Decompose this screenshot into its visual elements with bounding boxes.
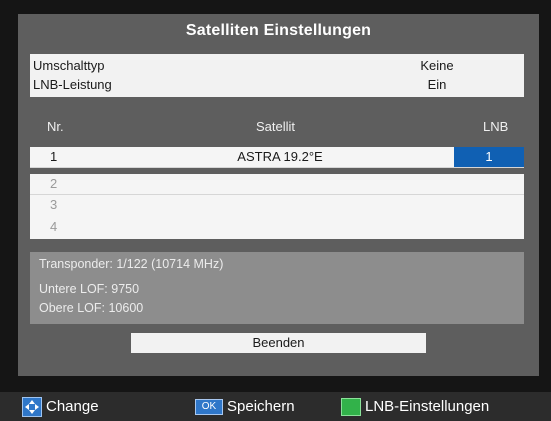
legend-label: LNB-Einstellungen — [365, 398, 490, 415]
satellite-settings-screen: Satelliten Einstellungen Umschalttyp Kei… — [0, 0, 551, 421]
nav-arrows-icon — [22, 397, 42, 418]
row-lnb[interactable] — [454, 174, 524, 194]
table-row[interactable]: 4 — [30, 217, 524, 237]
legend-lnb-settings[interactable]: LNB-Einstellungen — [341, 396, 489, 418]
exit-button[interactable]: Beenden — [131, 333, 426, 353]
legend-save[interactable]: OK Speichern — [195, 396, 295, 418]
row-lnb-selected[interactable]: 1 — [454, 147, 524, 167]
legend-label: Speichern — [227, 398, 295, 415]
table-row[interactable]: 3 — [30, 195, 524, 215]
column-header-nr: Nr. — [47, 119, 64, 134]
setting-switch-type[interactable]: Umschalttyp Keine — [30, 56, 524, 76]
setting-lnb-power[interactable]: LNB-Leistung Ein — [30, 75, 524, 95]
setting-value[interactable]: Keine — [402, 58, 472, 73]
green-key-icon — [341, 398, 361, 417]
upper-lof-text: Obere LOF: 10600 — [39, 301, 144, 315]
setting-label: Umschalttyp — [33, 58, 105, 73]
setting-value[interactable]: Ein — [402, 77, 472, 92]
lower-lof-text: Untere LOF: 9750 — [39, 282, 140, 296]
bottom-legend-bar: Change OK Speichern LNB-Einstellungen — [0, 392, 551, 421]
legend-label: Change — [46, 398, 99, 415]
row-number: 4 — [50, 219, 58, 234]
row-number: 1 — [50, 149, 58, 164]
settings-box: Umschalttyp Keine LNB-Leistung Ein — [30, 54, 524, 97]
setting-label: LNB-Leistung — [33, 77, 112, 92]
column-header-satellite: Satellit — [256, 119, 296, 134]
row-lnb[interactable] — [454, 195, 524, 215]
row-satellite: ASTRA 19.2°E — [237, 149, 323, 164]
table-row[interactable]: 1 ASTRA 19.2°E 1 — [30, 147, 524, 168]
page-title: Satelliten Einstellungen — [185, 22, 372, 39]
row-lnb[interactable] — [454, 217, 524, 237]
legend-change[interactable]: Change — [22, 396, 99, 418]
column-header-lnb: LNB — [483, 119, 509, 134]
satellite-list: 1 ASTRA 19.2°E 1 2 3 4 — [30, 147, 524, 241]
table-row[interactable]: 2 — [30, 174, 524, 195]
transponder-text: Transponder: 1/122 (10714 MHz) — [39, 257, 224, 271]
ok-key-icon: OK — [195, 399, 223, 416]
transponder-info-box: Transponder: 1/122 (10714 MHz) Untere LO… — [30, 252, 524, 324]
row-number: 2 — [50, 176, 58, 191]
row-number: 3 — [50, 197, 58, 212]
